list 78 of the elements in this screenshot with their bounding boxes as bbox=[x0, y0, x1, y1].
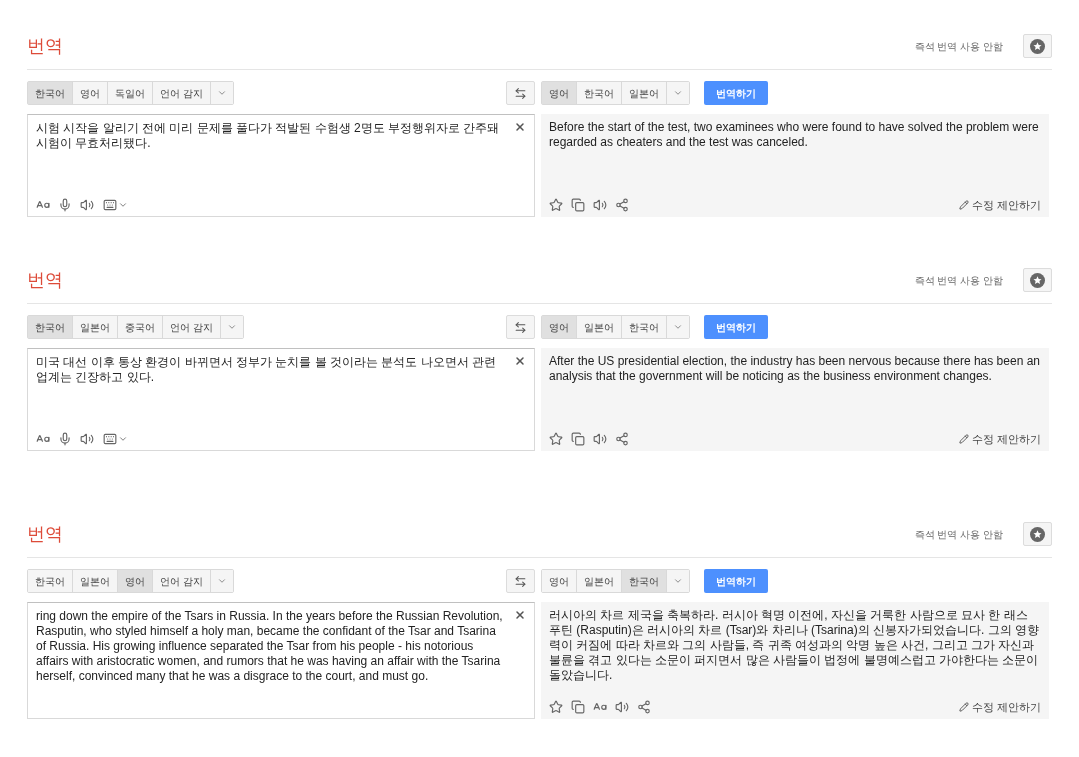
source-text: 미국 대선 이후 통상 환경이 바뀌면서 정부가 눈치를 볼 것이라는 분석도 나오면서 관련 업계는 긴장하고 있다. bbox=[36, 355, 497, 385]
microphone-icon[interactable] bbox=[58, 432, 72, 446]
source-text-field[interactable]: 미국 대선 이후 통상 환경이 바뀌면서 정부가 눈치를 볼 것이라는 분석도 나오면서 관련 업계는 긴장하고 있다. bbox=[27, 348, 535, 451]
swap-icon bbox=[514, 320, 527, 334]
clear-icon[interactable] bbox=[514, 355, 526, 367]
copy-icon[interactable] bbox=[571, 197, 585, 212]
copy-icon[interactable] bbox=[571, 431, 585, 446]
language-tab[interactable]: 일본어 bbox=[577, 570, 622, 592]
source-text-field[interactable] bbox=[27, 602, 535, 719]
speaker-icon[interactable] bbox=[615, 699, 629, 714]
page-title: 번역 bbox=[27, 34, 63, 58]
clear-icon[interactable] bbox=[514, 609, 526, 621]
share-icon[interactable] bbox=[615, 197, 629, 212]
share-icon[interactable] bbox=[637, 699, 651, 714]
star-icon[interactable] bbox=[549, 431, 563, 446]
caret-icon bbox=[673, 576, 683, 586]
suggest-edit-link[interactable]: 수정 제안하기 bbox=[958, 698, 1041, 715]
suggest-edit-link[interactable]: 수정 제안하기 bbox=[958, 196, 1041, 213]
share-icon[interactable] bbox=[615, 431, 629, 446]
instant-translation-link[interactable]: 즉석 번역 사용 안함 bbox=[914, 38, 1003, 54]
language-tab[interactable]: 일본어 bbox=[577, 316, 622, 338]
language-tab[interactable]: 한국어 bbox=[622, 570, 667, 592]
translation-text: 러시아의 차르 제국을 축복하라. 러시아 혁명 이전에, 자신을 거룩한 사람으로 묘사 한 래스 푸틴 (Rasputin)은 러시아의 차르 (Tsar)와 차리나 (Tsarina)의 신봉자가되었습니다. 그의 영향력이 커짐에 따라 차르와 그의 사람들, 즉 귀족 여성과의 악명 높은 사건, 그리고 그가 자신과 불륜을 겪고 있다는 소문이 퍼지면서 많은 사람들이 법정에 불명예스럽고 가야한다는 소문이 돌았습니다. bbox=[549, 608, 1041, 683]
language-tab[interactable]: 영어 bbox=[542, 316, 577, 338]
star-icon[interactable] bbox=[549, 197, 563, 212]
caret-icon bbox=[673, 88, 683, 98]
language-tab[interactable]: 일본어 bbox=[73, 570, 118, 592]
language-tab[interactable]: 중국어 bbox=[118, 316, 163, 338]
language-tab[interactable]: 언어 감지 bbox=[153, 82, 211, 104]
source-text: 시험 시작을 알리기 전에 미리 문제를 풀다가 적발된 수험생 2명도 부정행위자로 간주돼 시험이 무효처리됐다. bbox=[36, 121, 501, 151]
speaker-icon[interactable] bbox=[593, 431, 607, 446]
clear-icon[interactable] bbox=[514, 121, 526, 133]
pencil-icon bbox=[958, 433, 969, 444]
language-tab[interactable]: 한국어 bbox=[622, 316, 667, 338]
speaker-icon[interactable] bbox=[80, 198, 94, 212]
caret-icon bbox=[226, 322, 237, 332]
caret-icon bbox=[216, 576, 227, 586]
pencil-icon bbox=[958, 701, 969, 712]
language-tab[interactable]: 일본어 bbox=[73, 316, 118, 338]
translation-text: After the US presidential election, the industry has been nervous because there has been an analysis that the government will be noticing as the business environment changes. bbox=[549, 354, 1041, 384]
swap-icon bbox=[514, 86, 527, 100]
starred-button[interactable] bbox=[1023, 522, 1052, 546]
source-text-field[interactable]: 시험 시작을 알리기 전에 미리 문제를 풀다가 적발된 수험생 2명도 부정행위자로 간주돼 시험이 무효처리됐다. bbox=[27, 114, 535, 217]
language-tab[interactable]: 영어 bbox=[542, 570, 577, 592]
swap-languages-button[interactable] bbox=[506, 81, 535, 105]
swap-icon bbox=[514, 574, 527, 588]
instant-translation-link[interactable]: 즉석 번역 사용 안함 bbox=[914, 272, 1003, 288]
language-tab[interactable]: 독일어 bbox=[108, 82, 153, 104]
suggest-edit-link[interactable]: 수정 제안하기 bbox=[958, 430, 1041, 447]
page-title: 번역 bbox=[27, 522, 63, 546]
caret-icon bbox=[673, 322, 683, 332]
swap-languages-button[interactable] bbox=[506, 315, 535, 339]
source-text: ring down the empire of the Tsars in Russia. In the years before the Russian Revolution, Rasputin, who styled himself a holy man, became the confidant of the Tsar and Tsarina of Russia. His growing influence separated the Tsar from his people - his notorious affairs with aristocratic women, and rumors that he was having an affair with the Tsarina herself, convinced many that he was a disgrace to the court, and must go. bbox=[36, 609, 504, 684]
language-tab[interactable]: 영어 bbox=[118, 570, 153, 592]
language-tab[interactable]: 영어 bbox=[542, 82, 577, 104]
copy-icon[interactable] bbox=[571, 699, 585, 714]
language-tab[interactable]: 언어 감지 bbox=[153, 570, 211, 592]
language-tab[interactable]: 일본어 bbox=[622, 82, 667, 104]
instant-translation-link[interactable]: 즉석 번역 사용 안함 bbox=[914, 526, 1003, 542]
starred-button[interactable] bbox=[1023, 34, 1052, 58]
keyboard-icon[interactable] bbox=[102, 432, 128, 446]
language-tab[interactable]: 한국어 bbox=[28, 82, 73, 104]
language-tab[interactable]: 영어 bbox=[73, 82, 108, 104]
microphone-icon[interactable] bbox=[58, 198, 72, 212]
language-tab[interactable]: 한국어 bbox=[28, 570, 73, 592]
pencil-icon bbox=[958, 199, 969, 210]
starred-button[interactable] bbox=[1023, 268, 1052, 292]
swap-languages-button[interactable] bbox=[506, 569, 535, 593]
caret-icon bbox=[216, 88, 227, 98]
language-tab[interactable]: 한국어 bbox=[28, 316, 73, 338]
speaker-icon[interactable] bbox=[593, 197, 607, 212]
speaker-icon[interactable] bbox=[80, 432, 94, 446]
language-tab[interactable]: 한국어 bbox=[577, 82, 622, 104]
star-icon[interactable] bbox=[549, 699, 563, 714]
keyboard-icon[interactable] bbox=[102, 198, 128, 212]
language-tab[interactable]: 언어 감지 bbox=[163, 316, 221, 338]
page-title: 번역 bbox=[27, 268, 63, 292]
translation-text: Before the start of the test, two examinees who were found to have solved the problem were regarded as cheaters and the test was canceled. bbox=[549, 120, 1040, 150]
